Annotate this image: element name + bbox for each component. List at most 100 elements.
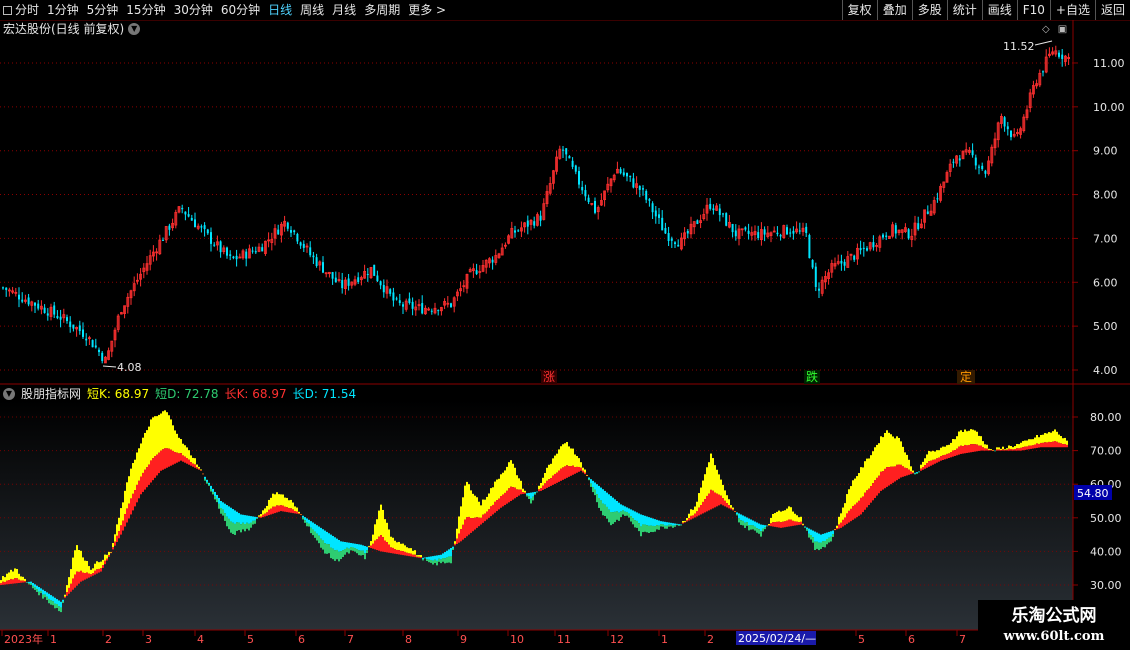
f10-button[interactable]: F10 [1016, 0, 1050, 20]
indicator-bar-long [528, 492, 530, 497]
indicator-bar-long [902, 466, 904, 477]
price-tick-label: 11.00 [1093, 57, 1125, 70]
price-tick-label: 4.00 [1093, 364, 1118, 377]
tab-intraday[interactable]: 分时 [0, 0, 43, 20]
diamond-icon[interactable]: ◇ [1042, 24, 1050, 35]
indicator-bar-short [658, 525, 660, 530]
chevron-down-icon[interactable]: ▼ [128, 23, 141, 35]
candle-body [155, 251, 159, 254]
indicator-bar-long [638, 513, 640, 524]
indicator-bar-short [718, 474, 720, 495]
indicator-bar-long [214, 491, 216, 497]
indicator-bar-short [792, 511, 794, 521]
indicator-bar-long [740, 514, 742, 521]
candle-body [731, 223, 734, 233]
indicator-bar-long [686, 520, 688, 522]
indicator-bar-short [182, 443, 184, 456]
indicator-bar-long [420, 557, 422, 559]
indicator-bar-short [356, 549, 358, 554]
indicator-tick-label: 70.00 [1090, 445, 1122, 458]
candle-body [670, 238, 673, 241]
indicator-bar-long [226, 505, 228, 517]
candle-body [11, 290, 15, 293]
multi-stock-button[interactable]: 多股 [911, 0, 947, 20]
indicator-bar-long [14, 578, 16, 584]
indicator-bar-long [738, 513, 740, 519]
candle-body [520, 227, 523, 232]
indicator-bar-long [582, 470, 584, 473]
stock-title[interactable]: 宏达股份(日线 前复权) ▼ [3, 21, 141, 37]
indicator-bar-short [984, 444, 986, 449]
indicator-bar-short [554, 455, 556, 474]
indicator-bar-short [336, 549, 338, 560]
indicator-bar-long [288, 508, 290, 513]
indicator-bar-long [944, 454, 946, 460]
indicator-bar-long [708, 493, 710, 511]
tab-daily[interactable]: 日线 [264, 0, 296, 20]
candle-body [27, 297, 30, 305]
indicator-bar-long [194, 464, 196, 468]
candle-body [686, 231, 689, 234]
adjust-button[interactable]: 复权 [841, 0, 877, 20]
chevron-down-icon[interactable]: ▼ [3, 388, 15, 400]
tab-more[interactable]: 更多 > [404, 0, 450, 20]
indicator-bar-short [782, 510, 784, 522]
indicator-bar-short [922, 461, 924, 467]
indicator-bar-long [926, 463, 928, 468]
indicator-bar-long [434, 555, 436, 560]
candle-body [34, 302, 36, 306]
indicator-bar-short [720, 479, 722, 496]
stats-button[interactable]: 统计 [946, 0, 982, 20]
indicator-bar-short [154, 416, 156, 457]
indicator-bar-long [502, 494, 504, 507]
indicator-bar-short [816, 541, 818, 549]
indicator-bar-long [1052, 441, 1054, 448]
back-button[interactable]: 返回 [1094, 0, 1130, 20]
candle-body [635, 183, 638, 188]
indicator-bar-long [114, 541, 116, 546]
candle-body [110, 340, 114, 352]
time-tick-label: 1 [50, 633, 57, 646]
overlay-button[interactable]: 叠加 [876, 0, 912, 20]
tab-1min[interactable]: 1分钟 [43, 0, 83, 20]
candle-body [168, 225, 171, 230]
indicator-bar-long [26, 582, 28, 583]
indicator-bar-short [950, 442, 952, 453]
tab-weekly[interactable]: 周线 [296, 0, 328, 20]
tab-15min[interactable]: 15分钟 [122, 0, 169, 20]
indicator-bar-long [238, 513, 240, 523]
indicator-bar-short [78, 550, 80, 572]
indicator-bar-short [972, 429, 974, 445]
indicator-bar-short [146, 430, 148, 468]
stock-name: 宏达股份(日线 前复权) [3, 22, 125, 36]
indicator-bar-long [482, 514, 484, 523]
indicator-bar-short [380, 504, 382, 536]
candle-body [609, 178, 613, 187]
candle-body [305, 245, 309, 248]
indicator-bar-short [834, 529, 836, 530]
candle-body [123, 305, 126, 314]
indicator-bar-long [998, 449, 1000, 451]
tab-5min[interactable]: 5分钟 [83, 0, 123, 20]
indicator-bar-long [264, 513, 266, 517]
panel-toggle-icon[interactable]: ▣ [1058, 24, 1067, 35]
indicator-bar-long [258, 516, 260, 518]
tab-monthly[interactable]: 月线 [328, 0, 360, 20]
tab-30min[interactable]: 30分钟 [170, 0, 217, 20]
indicator-bar-long [310, 521, 312, 528]
indicator-bar-short [64, 594, 66, 597]
indicator-name[interactable]: 股朋指标网 [21, 386, 81, 402]
indicator-bar-long [430, 556, 432, 560]
indicator-bar-short [1000, 448, 1002, 450]
indicator-bar-long [386, 542, 388, 553]
indicator-bar-short [276, 492, 278, 506]
indicator-bar-short [38, 591, 40, 596]
draw-line-button[interactable]: 画线 [981, 0, 1017, 20]
indicator-bar-long [850, 508, 852, 522]
tab-60min[interactable]: 60分钟 [217, 0, 264, 20]
candle-body [648, 199, 651, 201]
indicator-bar-short [982, 441, 984, 448]
indicator-bar-short [498, 478, 500, 499]
add-watchlist-button[interactable]: +自选 [1049, 0, 1095, 20]
tab-multi-period[interactable]: 多周期 [360, 0, 404, 20]
